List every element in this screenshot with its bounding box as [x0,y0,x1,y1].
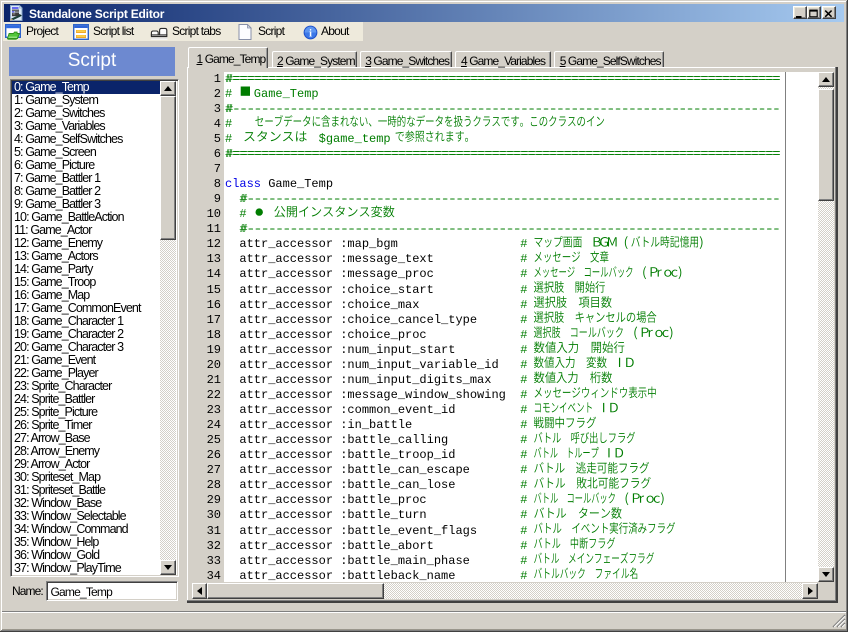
svg-text:i: i [309,28,312,39]
